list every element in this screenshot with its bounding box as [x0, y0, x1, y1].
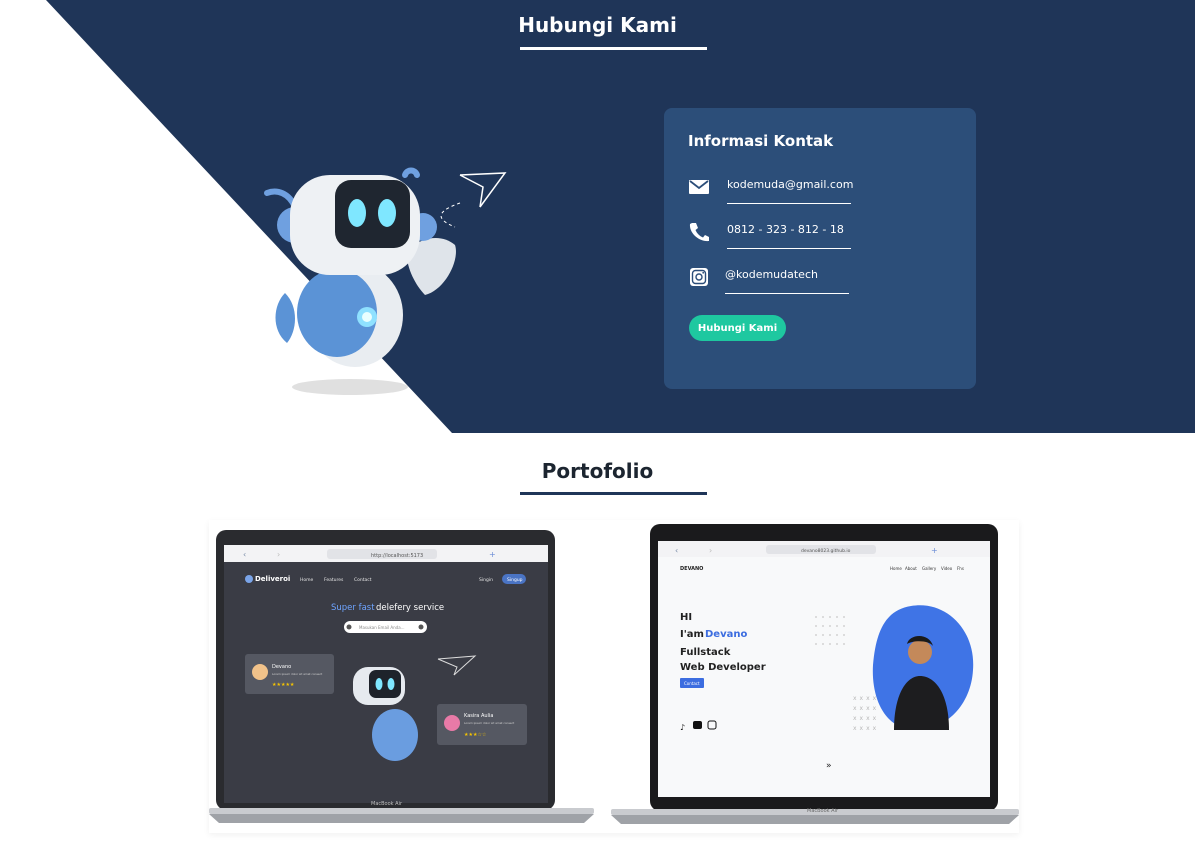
deliveroi-nav-contact: Contact — [354, 577, 372, 583]
youtube-icon — [693, 721, 702, 729]
device-label: MacBook Air — [371, 801, 403, 807]
svg-text:xxxx: xxxx — [853, 725, 879, 732]
svg-text:xxxx: xxxx — [853, 705, 879, 712]
browser-url-2: devano8023.github.io — [801, 548, 851, 554]
browser-new-tab-icon: + — [489, 550, 496, 559]
contact-section: Hubungi Kami Informasi Kontak kodemuda@g… — [0, 0, 1195, 433]
deliveroi-signin: Singin — [479, 577, 493, 583]
portfolio-item-devano[interactable]: ‹ › devano8023.github.io + DEVANO Home A… — [611, 520, 1019, 833]
contact-email-underline — [727, 203, 851, 204]
devano-nav-about: About — [905, 566, 917, 571]
contact-card-title: Informasi Kontak — [688, 132, 834, 150]
deliveroi-nav-home: Home — [300, 577, 314, 583]
devano-nav-fhs: Fhs — [957, 566, 964, 571]
svg-text:xxxx: xxxx — [853, 715, 879, 722]
testimonial-1-name: Devano — [272, 664, 291, 670]
browser-back-icon: ‹ — [243, 550, 246, 559]
tiktok-icon: ♪ — [680, 723, 685, 732]
devano-role-1: Fullstack — [680, 647, 731, 658]
deliveroi-signup: Singup — [507, 577, 523, 583]
devano-role-2: Web Developer — [680, 662, 766, 673]
deliveroi-headline-rest: delefery service — [376, 603, 444, 613]
deliveroi-nav-features: Features — [324, 577, 344, 583]
contact-phone[interactable]: 0812 - 323 - 812 - 18 — [727, 223, 844, 236]
hubungi-kami-button[interactable]: Hubungi Kami — [689, 315, 786, 341]
portfolio-gallery: ‹ › http://localhost:5173 + Deliveroi Ho… — [209, 520, 1019, 833]
devano-nav-gallery: Gallery — [922, 566, 937, 571]
laptop-mockup-devano: ‹ › devano8023.github.io + DEVANO Home A… — [611, 524, 1019, 824]
laptop-mockup-deliveroi: ‹ › http://localhost:5173 + Deliveroi Ho… — [209, 530, 594, 823]
deliveroi-headline-accent: Super fast — [331, 603, 375, 613]
testimonial-1-stars: ★★★★★ — [272, 682, 295, 688]
contact-phone-underline — [727, 248, 851, 249]
testimonial-2-name: Kasira Aulia — [464, 713, 493, 719]
devano-nav-home: Home — [890, 566, 902, 571]
testimonial-1-text: Lorem ipsum dolor sit amet consect — [272, 672, 323, 676]
browser-new-tab-icon-2: + — [931, 546, 938, 555]
portfolio-title-underline — [520, 492, 707, 495]
deliveroi-search-placeholder: Masukan Email Anda... — [359, 625, 404, 630]
deliveroi-brand: Deliveroi — [255, 575, 290, 583]
mail-icon — [689, 180, 709, 194]
devano-contact-button: Contact — [684, 681, 700, 686]
contact-instagram[interactable]: @kodemudatech — [725, 268, 818, 281]
devano-greeting: HI — [680, 612, 692, 623]
decor-x-pattern: xxxx — [853, 695, 879, 702]
browser-forward-icon-2: › — [709, 546, 712, 555]
contact-section-title: Hubungi Kami — [518, 13, 677, 37]
contact-background — [0, 0, 1195, 433]
contact-info-card: Informasi Kontak kodemuda@gmail.com 0812… — [664, 108, 976, 389]
devano-intro-prefix: I'am — [680, 629, 704, 640]
devano-nav-video: Video — [941, 566, 953, 571]
browser-back-icon-2: ‹ — [675, 546, 678, 555]
devano-name: Devano — [705, 629, 747, 640]
instagram-icon — [690, 268, 708, 286]
contact-title-underline — [520, 47, 707, 50]
scroll-down-icon: » — [826, 761, 832, 771]
browser-forward-icon: › — [277, 550, 280, 559]
portfolio-item-deliveroi[interactable]: ‹ › http://localhost:5173 + Deliveroi Ho… — [209, 520, 614, 833]
phone-icon — [689, 223, 709, 242]
testimonial-2-text: Lorem ipsum dolor sit amet consect — [464, 721, 515, 725]
contact-email[interactable]: kodemuda@gmail.com — [727, 178, 853, 191]
device-label-2: MacBook Air — [807, 808, 839, 814]
portfolio-section-title: Portofolio — [541, 459, 654, 483]
devano-brand: DEVANO — [680, 566, 703, 572]
browser-url: http://localhost:5173 — [371, 553, 423, 559]
robot-illustration — [264, 167, 507, 395]
testimonial-2-stars: ★★★☆☆ — [464, 732, 487, 738]
contact-instagram-underline — [725, 293, 849, 294]
